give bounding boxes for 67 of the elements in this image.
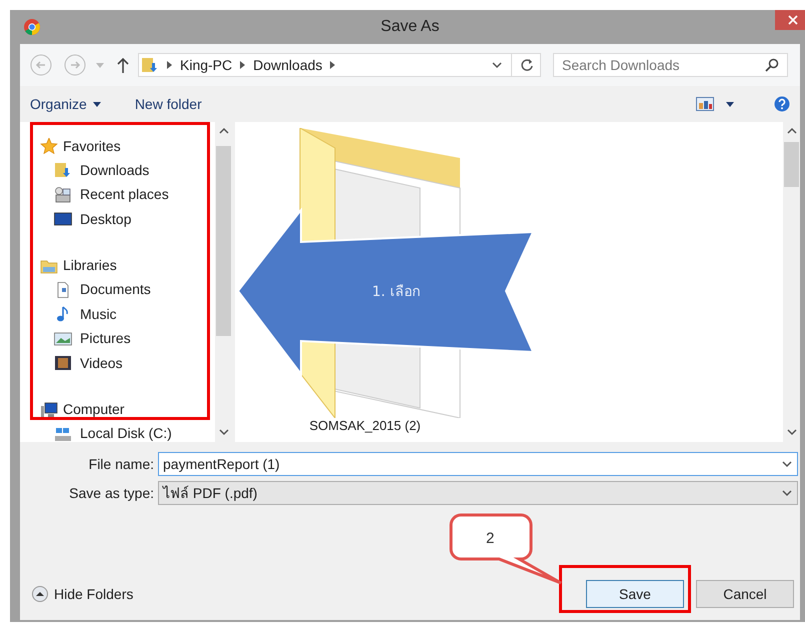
folder-download-icon bbox=[141, 57, 159, 73]
star-icon bbox=[40, 138, 58, 154]
dialog-button[interactable]: Cancel bbox=[696, 580, 794, 608]
address-bar[interactable]: King-PC Downloads bbox=[138, 53, 541, 77]
item-label: Documents bbox=[80, 280, 151, 300]
item-label: Recent places bbox=[80, 185, 169, 204]
new-folder-button[interactable]: New folder bbox=[134, 94, 202, 114]
desktop-icon bbox=[54, 211, 72, 228]
computer-icon bbox=[40, 402, 58, 418]
chevron-right-icon[interactable] bbox=[167, 61, 172, 69]
window-title: Save As bbox=[380, 17, 440, 37]
group-label: Libraries bbox=[63, 256, 117, 275]
group-label: Computer bbox=[63, 400, 124, 419]
field-label: File name: bbox=[88, 454, 155, 474]
breadcrumb-item[interactable]: Downloads bbox=[253, 54, 322, 76]
caret-icon bbox=[92, 102, 101, 106]
field-label: Save as type: bbox=[68, 484, 155, 503]
chevron-up-icon bbox=[32, 586, 48, 602]
chevron-right-icon[interactable] bbox=[240, 61, 246, 69]
callout-label: 2 bbox=[486, 529, 494, 549]
file-name-box[interactable]: paymentReport (1) bbox=[158, 452, 798, 476]
film-icon bbox=[54, 355, 72, 372]
folder-download-icon bbox=[54, 162, 72, 178]
item-label: Desktop bbox=[80, 210, 132, 229]
close-icon bbox=[788, 15, 798, 25]
item-label: Pictures bbox=[80, 329, 131, 348]
breadcrumb-item[interactable]: King-PC bbox=[180, 54, 232, 76]
sidebar-group[interactable]: Computer bbox=[22, 398, 215, 422]
scroll-thumb[interactable] bbox=[216, 146, 231, 336]
help-icon[interactable] bbox=[774, 96, 790, 112]
up-arrow-icon[interactable] bbox=[116, 57, 130, 73]
view-options-icon[interactable] bbox=[696, 97, 714, 111]
file-name[interactable]: SOMSAK_2015 (2) bbox=[309, 416, 421, 436]
file-name-field[interactable]: paymentReport (1) bbox=[163, 454, 781, 474]
picture-icon bbox=[54, 330, 72, 347]
browser-logo-icon bbox=[24, 19, 40, 35]
item-label: Music bbox=[80, 304, 117, 324]
group-label: Favorites bbox=[63, 136, 121, 156]
caret-icon[interactable] bbox=[726, 102, 734, 106]
disk-drive-icon bbox=[54, 426, 72, 442]
sidebar-group[interactable]: Favorites bbox=[22, 134, 215, 158]
sidebar-group[interactable]: Libraries bbox=[22, 254, 215, 278]
sidebar-item[interactable]: Desktop bbox=[22, 207, 215, 232]
sidebar-item[interactable]: Videos bbox=[22, 351, 215, 376]
dialog-button[interactable]: Save bbox=[586, 580, 684, 608]
search-box[interactable]: Search Downloads bbox=[553, 53, 788, 77]
sidebar-item[interactable]: Music bbox=[22, 302, 215, 326]
item-label: Local Disk (C:) bbox=[80, 424, 172, 444]
scroll-thumb[interactable] bbox=[784, 142, 799, 187]
hide-folders-button[interactable]: Hide Folders bbox=[32, 584, 134, 604]
search-icon[interactable] bbox=[765, 58, 779, 72]
search-field[interactable]: Search Downloads bbox=[562, 54, 765, 76]
sidebar-item[interactable]: Documents bbox=[22, 278, 215, 302]
file-type-dropdown[interactable]: ไฟล์ PDF (.pdf) bbox=[158, 481, 798, 505]
sidebar-item[interactable]: Recent places bbox=[22, 182, 215, 207]
refresh-icon[interactable] bbox=[520, 58, 534, 72]
folder-icon bbox=[40, 258, 58, 274]
sidebar-item[interactable]: Local Disk (C:) bbox=[22, 422, 215, 446]
sidebar-item[interactable]: Pictures bbox=[22, 326, 215, 351]
chevron-right-icon[interactable] bbox=[330, 61, 336, 69]
item-label: Videos bbox=[80, 354, 123, 373]
arrow-label: 1. เลือก bbox=[372, 283, 420, 302]
sidebar-item[interactable]: Downloads bbox=[22, 158, 215, 182]
item-label: Downloads bbox=[80, 160, 150, 180]
organize-button[interactable]: Organize bbox=[30, 94, 101, 114]
recent-places-icon bbox=[54, 186, 72, 203]
close-button[interactable] bbox=[775, 10, 805, 30]
